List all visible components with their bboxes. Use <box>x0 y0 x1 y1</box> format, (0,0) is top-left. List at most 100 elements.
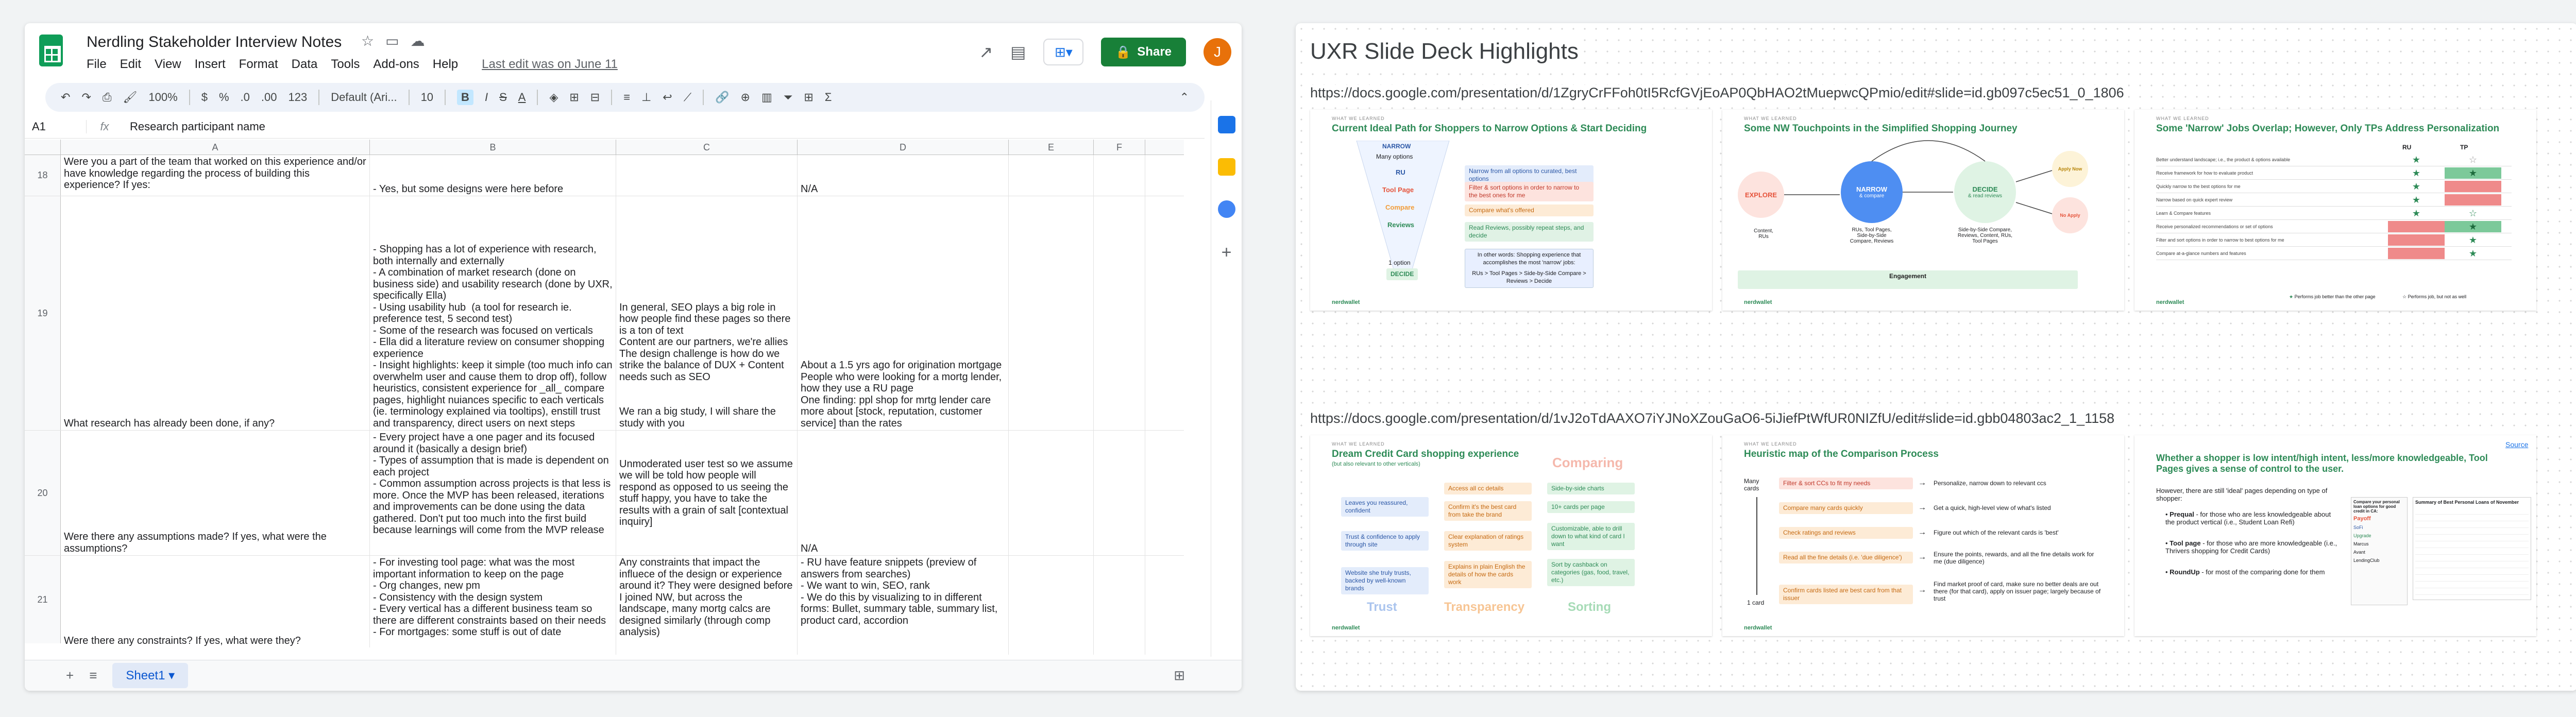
add-addon-icon[interactable]: + <box>1222 243 1232 263</box>
cell-e[interactable] <box>1009 431 1094 555</box>
wrap-icon[interactable]: ↩ <box>663 91 672 104</box>
col-header-e[interactable]: E <box>1009 140 1094 155</box>
merge-icon[interactable]: ⊟ <box>590 91 600 104</box>
menu-file[interactable]: File <box>87 57 107 72</box>
cell-b[interactable]: - Shopping has a lot of experience with … <box>370 196 616 430</box>
menu-data[interactable]: Data <box>292 57 318 72</box>
star-icon[interactable]: ☆ <box>361 33 385 49</box>
explore-icon[interactable]: ⊞ <box>1174 668 1185 684</box>
cell-f[interactable] <box>1094 556 1145 655</box>
col-header-f[interactable]: F <box>1094 140 1145 155</box>
more-formats-button[interactable]: 123 <box>288 91 307 104</box>
borders-icon[interactable]: ⊞ <box>569 91 579 104</box>
font-select[interactable]: Default (Ari... <box>331 91 397 104</box>
cell-e[interactable] <box>1009 196 1094 430</box>
print-icon[interactable]: ⎙ <box>103 91 112 104</box>
redo-icon[interactable]: ↷ <box>81 91 91 104</box>
bold-button[interactable]: B <box>457 90 473 105</box>
menu-addons[interactable]: Add-ons <box>373 57 419 72</box>
calendar-icon[interactable] <box>1217 116 1235 133</box>
cell-e[interactable] <box>1009 556 1094 655</box>
cell-b[interactable]: - Yes, but some designs were here before <box>370 155 616 196</box>
cell-d[interactable]: About a 1.5 yrs ago for origination mort… <box>798 196 1009 430</box>
menu-insert[interactable]: Insert <box>195 57 226 72</box>
document-title[interactable]: Nerdling Stakeholder Interview Notes <box>87 33 342 51</box>
cell-c[interactable] <box>616 155 798 196</box>
name-box[interactable]: A1 <box>25 120 87 133</box>
slide-dream-cc[interactable]: WHAT WE LEARNED Dream Credit Card shoppi… <box>1310 435 1712 636</box>
filter-views-icon[interactable]: ⊞ <box>804 91 813 104</box>
slide-heuristic-map[interactable]: WHAT WE LEARNED Heuristic map of the Com… <box>1722 435 2124 636</box>
cell-d[interactable]: - RU have feature snippets (preview of a… <box>798 556 1009 655</box>
col-header-a[interactable]: A <box>61 140 370 155</box>
row-number[interactable]: 21 <box>25 556 61 643</box>
source-link[interactable]: Source <box>2505 440 2528 449</box>
row-number[interactable]: 19 <box>25 196 61 430</box>
strikethrough-button[interactable]: S <box>499 91 507 104</box>
last-edit-link[interactable]: Last edit was on June 11 <box>482 57 618 72</box>
menu-view[interactable]: View <box>155 57 181 72</box>
formula-input[interactable]: Research participant name <box>123 120 265 133</box>
zoom-select[interactable]: 100% <box>148 91 177 104</box>
spreadsheet-grid[interactable]: A B C D E F 18 Were you a part of the te… <box>25 140 1184 655</box>
undo-icon[interactable]: ↶ <box>61 91 70 104</box>
valign-icon[interactable]: ⊥ <box>641 91 651 104</box>
cell-b[interactable]: - Every project have a one pager and its… <box>370 431 616 555</box>
col-header-b[interactable]: B <box>370 140 616 155</box>
font-size-select[interactable]: 10 <box>421 91 433 104</box>
slide-link-2[interactable]: https://docs.google.com/presentation/d/1… <box>1310 411 2119 426</box>
cell-a[interactable]: Were you a part of the team that worked … <box>61 155 370 196</box>
col-header-c[interactable]: C <box>616 140 798 155</box>
paint-format-icon[interactable]: 🖌 <box>123 91 137 104</box>
cell-f[interactable] <box>1094 155 1145 196</box>
percent-button[interactable]: % <box>219 91 229 104</box>
menu-tools[interactable]: Tools <box>331 57 360 72</box>
cell-f[interactable] <box>1094 431 1145 555</box>
insert-comment-icon[interactable]: ⊕ <box>741 91 750 104</box>
avatar[interactable]: J <box>1204 38 1231 66</box>
comment-icon[interactable]: ▤ <box>1010 42 1026 62</box>
text-color-button[interactable]: A <box>518 91 526 104</box>
slide-narrow-jobs[interactable]: WHAT WE LEARNED Some 'Narrow' Jobs Overl… <box>2134 110 2536 311</box>
fill-color-icon[interactable]: ◈ <box>549 91 558 104</box>
cell-c[interactable]: Unmoderated user test so we assume we wi… <box>616 431 798 555</box>
keep-icon[interactable] <box>1217 158 1235 176</box>
cell-f[interactable] <box>1094 196 1145 430</box>
tasks-icon[interactable] <box>1217 200 1235 218</box>
menu-help[interactable]: Help <box>433 57 458 72</box>
align-icon[interactable]: ≡ <box>623 91 630 104</box>
sheet-tab[interactable]: Sheet1 ▾ <box>112 663 189 688</box>
slide-ideal-path[interactable]: WHAT WE LEARNED Current Ideal Path for S… <box>1310 110 1712 311</box>
add-sheet-icon[interactable]: + <box>66 668 74 684</box>
rotate-icon[interactable]: ⟋ <box>684 91 691 104</box>
functions-icon[interactable]: Σ <box>825 91 832 104</box>
all-sheets-icon[interactable]: ≡ <box>89 668 97 684</box>
cloud-icon[interactable]: ☁ <box>411 33 436 49</box>
cell-a[interactable]: Were there any assumptions made? If yes,… <box>61 431 370 555</box>
filter-icon[interactable]: ⏷ <box>784 91 793 104</box>
link-icon[interactable]: 🔗 <box>715 91 729 104</box>
menu-edit[interactable]: Edit <box>120 57 141 72</box>
cell-c[interactable]: Any constraints that impact the influece… <box>616 556 798 655</box>
cell-d[interactable]: N/A <box>798 431 1009 555</box>
cell-e[interactable] <box>1009 155 1094 196</box>
trend-icon[interactable]: ↗ <box>979 42 993 62</box>
cell-b[interactable]: - For investing tool page: what was the … <box>370 556 616 655</box>
slide-link-1[interactable]: https://docs.google.com/presentation/d/1… <box>1310 85 2128 101</box>
cell-a[interactable]: What research has already been done, if … <box>61 196 370 430</box>
decrease-decimals-button[interactable]: .0 <box>241 91 250 104</box>
select-all-corner[interactable] <box>25 140 61 155</box>
cell-d[interactable]: N/A <box>798 155 1009 196</box>
col-header-d[interactable]: D <box>798 140 1009 155</box>
share-button[interactable]: 🔒 Share <box>1101 38 1186 66</box>
menu-format[interactable]: Format <box>239 57 278 72</box>
increase-decimals-button[interactable]: .00 <box>261 91 277 104</box>
meet-button[interactable]: ⊞▾ <box>1043 39 1084 65</box>
row-number[interactable]: 18 <box>25 155 61 196</box>
italic-button[interactable]: I <box>485 91 488 104</box>
slide-tool-pages[interactable]: Source Whether a shopper is low intent/h… <box>2134 435 2536 636</box>
chart-icon[interactable]: ▥ <box>761 91 772 104</box>
collapse-toolbar-icon[interactable]: ⌃ <box>1180 91 1189 104</box>
cell-a[interactable]: Were there any constraints? If yes, what… <box>61 556 370 647</box>
slide-touchpoints[interactable]: WHAT WE LEARNED Some NW Touchpoints in t… <box>1722 110 2124 311</box>
